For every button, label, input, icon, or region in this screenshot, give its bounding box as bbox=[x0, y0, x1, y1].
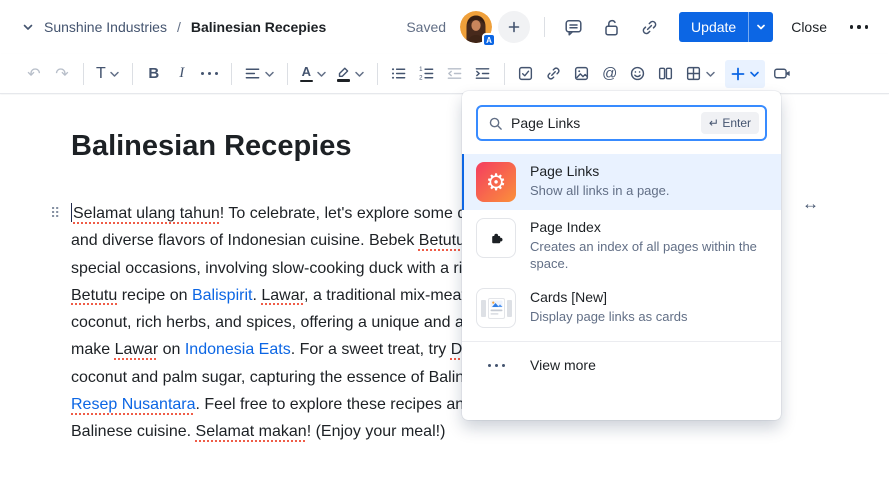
text-color-dropdown[interactable]: A bbox=[295, 60, 332, 88]
insert-element-dropdown[interactable] bbox=[725, 60, 765, 88]
divider bbox=[231, 63, 232, 85]
emoji-icon[interactable] bbox=[624, 60, 652, 88]
insert-search-box: ↵ Enter bbox=[476, 105, 767, 141]
saved-status: Saved bbox=[406, 19, 446, 35]
menu-item-title: Cards [New] bbox=[530, 289, 688, 305]
toggle-width-icon[interactable]: ↔ bbox=[802, 194, 819, 214]
text-style-label: T bbox=[96, 65, 106, 83]
page-links-icon: ⚙ bbox=[476, 162, 516, 202]
menu-item-page-links[interactable]: ⚙ Page Links Show all links in a page. bbox=[462, 154, 781, 210]
drag-handle-icon[interactable]: ⠿ bbox=[50, 206, 60, 220]
task-list-icon[interactable] bbox=[512, 60, 540, 88]
paragraph-line: Balinese cuisine. Selamat makan! (Enjoy … bbox=[71, 418, 777, 445]
bullet-list-icon[interactable] bbox=[385, 60, 413, 88]
text-style-dropdown[interactable]: T bbox=[91, 60, 125, 88]
divider bbox=[287, 63, 288, 85]
link-balispirit[interactable]: Balispirit bbox=[192, 287, 252, 304]
ellipsis-icon bbox=[476, 364, 516, 367]
divider bbox=[132, 63, 133, 85]
link-resep-nusantara[interactable]: Resep Nusantara bbox=[71, 396, 196, 413]
menu-item-description: Creates an index of all pages within the… bbox=[530, 238, 767, 272]
page-index-icon bbox=[476, 218, 516, 258]
update-dropdown-chevron-icon[interactable] bbox=[748, 12, 773, 42]
text-color-icon: A bbox=[300, 65, 313, 83]
comment-icon[interactable] bbox=[559, 13, 587, 41]
update-split-button: Update bbox=[679, 12, 773, 42]
align-left-icon bbox=[244, 65, 261, 82]
layouts-icon[interactable] bbox=[652, 60, 680, 88]
svg-text:1: 1 bbox=[419, 66, 423, 73]
chevron-down-icon bbox=[109, 70, 120, 78]
divider bbox=[377, 63, 378, 85]
breadcrumb: Sunshine Industries / Balinesian Recepie… bbox=[44, 19, 326, 35]
chevron-down-icon bbox=[316, 70, 327, 78]
chevron-down-icon bbox=[264, 70, 275, 78]
copy-link-icon[interactable] bbox=[635, 13, 663, 41]
svg-text:2: 2 bbox=[419, 75, 423, 82]
close-button[interactable]: Close bbox=[783, 13, 835, 41]
collapse-chevron-icon[interactable] bbox=[16, 15, 40, 39]
more-formatting-icon[interactable] bbox=[196, 60, 224, 88]
more-menu-icon[interactable] bbox=[845, 13, 873, 41]
avatar-badge: A bbox=[482, 33, 496, 47]
chevron-down-icon bbox=[705, 70, 716, 78]
insert-link-icon[interactable] bbox=[540, 60, 568, 88]
redo-icon[interactable]: ↷ bbox=[48, 60, 76, 88]
cards-icon bbox=[476, 288, 516, 328]
page-title[interactable]: Balinesian Recepies bbox=[71, 130, 351, 163]
menu-item-title: Page Index bbox=[530, 219, 767, 235]
menu-item-title: Page Links bbox=[530, 163, 669, 179]
table-icon bbox=[685, 65, 702, 82]
insert-element-menu: ↵ Enter ⚙ Page Links Show all links in a… bbox=[462, 91, 781, 420]
undo-icon[interactable]: ↶ bbox=[20, 60, 48, 88]
menu-item-description: Display page links as cards bbox=[530, 308, 688, 325]
record-video-icon[interactable] bbox=[769, 60, 797, 88]
insert-search-input[interactable] bbox=[511, 115, 693, 131]
highlight-color-dropdown[interactable] bbox=[332, 60, 370, 88]
menu-item-page-index[interactable]: Page Index Creates an index of all pages… bbox=[462, 210, 781, 280]
plus-icon bbox=[730, 66, 746, 82]
text-cursor bbox=[71, 203, 72, 222]
view-more-label: View more bbox=[530, 357, 596, 373]
italic-icon[interactable]: I bbox=[168, 60, 196, 88]
mention-icon[interactable]: @ bbox=[596, 60, 624, 88]
breadcrumb-space[interactable]: Sunshine Industries bbox=[44, 19, 167, 35]
breadcrumb-page-title: Balinesian Recepies bbox=[191, 19, 326, 35]
outdent-icon[interactable] bbox=[441, 60, 469, 88]
menu-item-description: Show all links in a page. bbox=[530, 182, 669, 199]
top-bar: Sunshine Industries / Balinesian Recepie… bbox=[0, 0, 889, 54]
link-indonesia-eats[interactable]: Indonesia Eats bbox=[185, 341, 291, 358]
update-button[interactable]: Update bbox=[679, 12, 748, 42]
formatting-toolbar: ↶ ↷ T B I A 12 bbox=[0, 54, 889, 94]
highlighter-icon bbox=[337, 65, 351, 82]
indent-icon[interactable] bbox=[469, 60, 497, 88]
numbered-list-icon[interactable]: 12 bbox=[413, 60, 441, 88]
avatar[interactable]: A bbox=[460, 11, 492, 43]
chevron-down-icon bbox=[354, 70, 365, 78]
view-more-button[interactable]: View more bbox=[462, 341, 781, 388]
bold-icon[interactable]: B bbox=[140, 60, 168, 88]
search-icon bbox=[488, 116, 503, 131]
return-icon: ↵ bbox=[709, 116, 719, 130]
unlock-icon[interactable] bbox=[597, 13, 625, 41]
breadcrumb-separator: / bbox=[177, 19, 181, 35]
menu-item-cards[interactable]: Cards [New] Display page links as cards bbox=[462, 280, 781, 336]
add-collaborator-button[interactable] bbox=[498, 11, 530, 43]
chevron-down-icon bbox=[749, 70, 760, 78]
enter-hint-badge: ↵ Enter bbox=[701, 112, 759, 134]
insert-image-icon[interactable] bbox=[568, 60, 596, 88]
divider bbox=[544, 17, 545, 37]
divider bbox=[504, 63, 505, 85]
table-dropdown[interactable] bbox=[680, 60, 721, 88]
alignment-dropdown[interactable] bbox=[239, 60, 280, 88]
divider bbox=[83, 63, 84, 85]
